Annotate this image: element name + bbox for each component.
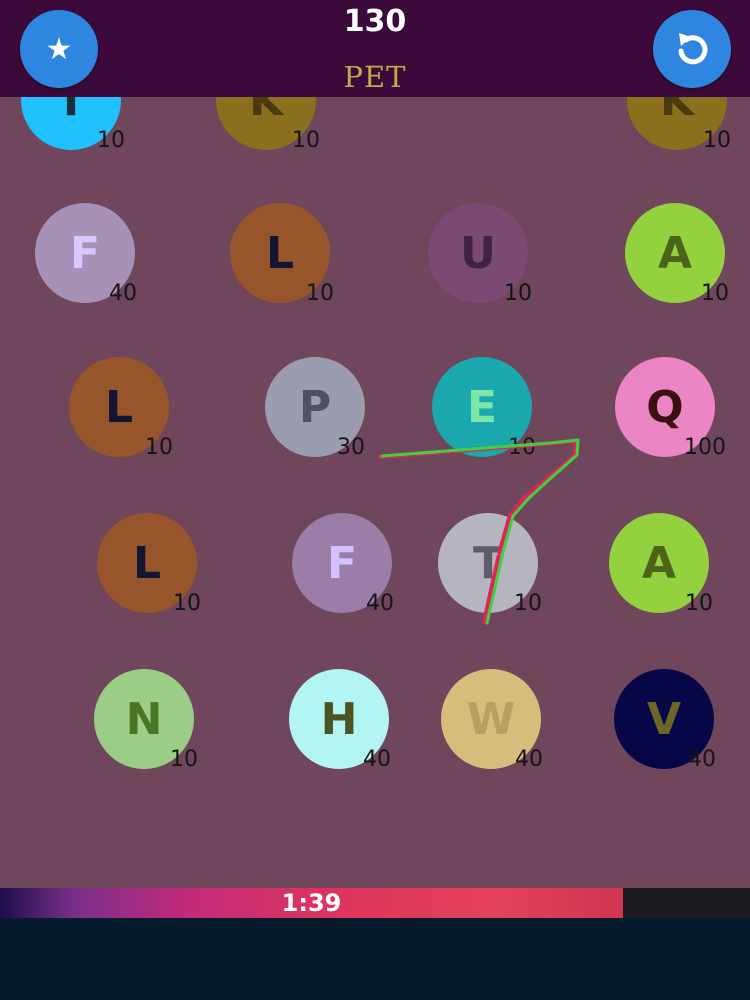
tile-letter: H xyxy=(320,693,358,745)
tile-letter: T xyxy=(472,537,503,589)
tile-points: 40 xyxy=(515,747,543,772)
timer-label: 1:39 xyxy=(281,889,342,917)
tile-points: 10 xyxy=(97,128,125,153)
tile-points: 10 xyxy=(703,128,731,153)
restart-button[interactable] xyxy=(653,10,731,88)
tile-points: 10 xyxy=(508,435,536,460)
tile-points: 40 xyxy=(366,591,394,616)
bottom-panel xyxy=(0,918,750,1000)
tile-points: 10 xyxy=(306,281,334,306)
tile-letter: V xyxy=(646,693,682,745)
tile-points: 10 xyxy=(701,281,729,306)
tile-points: 10 xyxy=(173,591,201,616)
tile-letter: L xyxy=(104,381,134,433)
tile-letter: P xyxy=(298,381,332,433)
tile-letter: N xyxy=(125,693,163,745)
tile-letter: L xyxy=(265,227,295,279)
timer-bar: 1:39 xyxy=(0,888,750,918)
tile-points: 10 xyxy=(292,128,320,153)
tile-points: 10 xyxy=(685,591,713,616)
tile-letter: E xyxy=(466,381,498,433)
tile-points: 30 xyxy=(337,435,365,460)
tile-letter: A xyxy=(641,537,677,589)
score-display: 130 xyxy=(343,4,407,39)
tile-points: 40 xyxy=(688,747,716,772)
tile-points: 40 xyxy=(363,747,391,772)
restart-icon xyxy=(678,33,708,65)
top-bar: ★ 130 PET xyxy=(0,0,750,97)
tile-letter: Q xyxy=(646,381,684,433)
tile-letter: W xyxy=(466,693,516,745)
tile-letter: U xyxy=(460,227,496,279)
tile-points: 10 xyxy=(504,281,532,306)
tile-letter: F xyxy=(326,537,358,589)
tile-points: 10 xyxy=(514,591,542,616)
tile-points: 10 xyxy=(170,747,198,772)
tile-letter: F xyxy=(69,227,101,279)
tile-points: 10 xyxy=(145,435,173,460)
game-board: T 10 K 10 K 10 F 40 L 10 U 10 A 10 L 10 … xyxy=(0,0,750,890)
tile-points: 40 xyxy=(109,281,137,306)
tile-letter: L xyxy=(132,537,162,589)
tile-letter: A xyxy=(657,227,693,279)
current-word: PET xyxy=(343,60,407,94)
tile-points: 100 xyxy=(684,435,726,460)
